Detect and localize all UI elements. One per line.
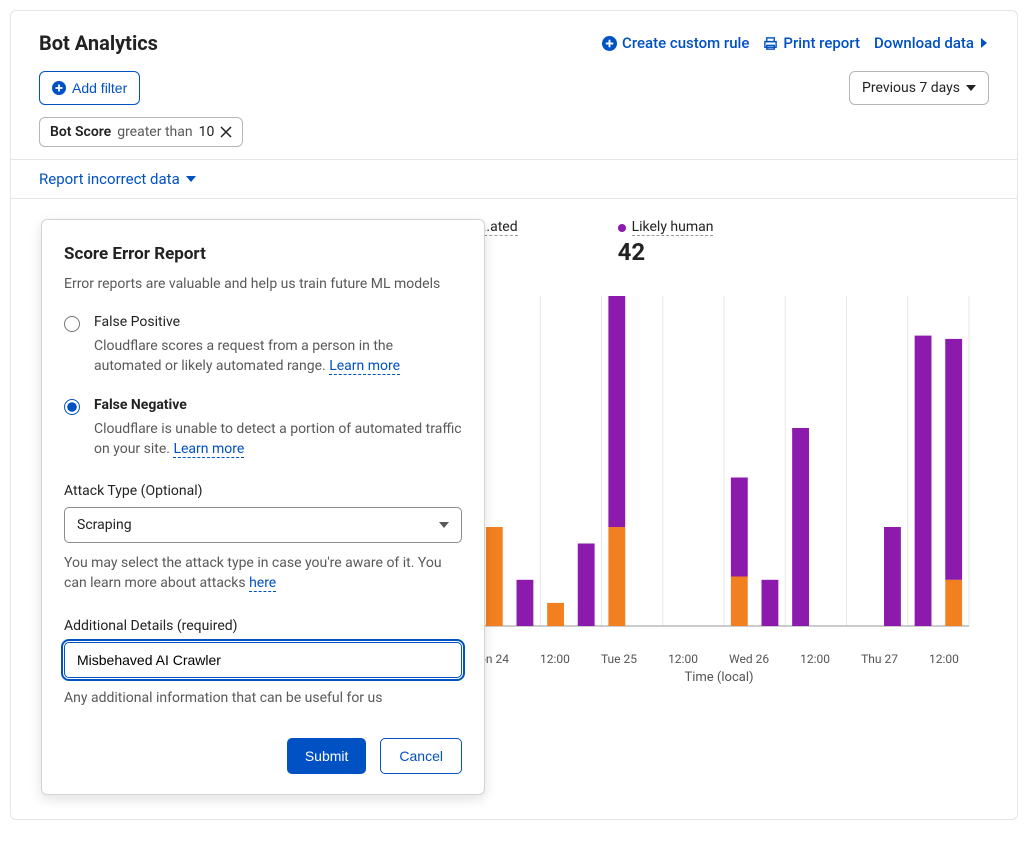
create-custom-rule-link[interactable]: Create custom rule <box>602 34 749 52</box>
radio-false-positive-label: False Positive <box>94 314 462 330</box>
legend-likely-human[interactable]: Likely human 42 <box>618 219 714 266</box>
print-report-label: Print report <box>783 34 860 52</box>
radio-false-negative-desc: Cloudflare is unable to detect a portion… <box>94 419 462 460</box>
legend-likely-human-value: 42 <box>618 238 714 266</box>
x-axis-label: Time (local) <box>479 670 959 685</box>
attacks-here-link[interactable]: here <box>249 575 276 592</box>
radio-false-negative-input[interactable] <box>64 399 80 415</box>
attack-type-label: Attack Type (Optional) <box>64 483 462 499</box>
legend-likely-human-label: Likely human <box>632 219 714 236</box>
report-incorrect-data-label: Report incorrect data <box>39 170 180 188</box>
bot-analytics-panel: Bot Analytics Create custom rule Print r… <box>10 10 1018 820</box>
close-icon[interactable] <box>220 126 232 138</box>
submit-button[interactable]: Submit <box>287 738 367 774</box>
learn-more-link[interactable]: Learn more <box>173 441 244 458</box>
attack-type-help: You may select the attack type in case y… <box>64 553 462 594</box>
additional-details-label: Additional Details (required) <box>64 618 462 634</box>
download-data-label: Download data <box>874 34 974 52</box>
header-actions: Create custom rule Print report Download… <box>602 34 989 52</box>
print-report-link[interactable]: Print report <box>763 34 860 52</box>
chart-legend: ...ated Likely human 42 <box>479 219 989 266</box>
add-filter-label: Add filter <box>72 80 127 96</box>
additional-details-input[interactable] <box>64 642 462 678</box>
chip-operator: greater than <box>117 124 192 140</box>
download-data-link[interactable]: Download data <box>874 34 989 52</box>
dot-icon <box>618 224 626 232</box>
radio-false-negative-label: False Negative <box>94 397 462 413</box>
plus-circle-icon <box>52 81 66 95</box>
print-icon <box>763 36 778 51</box>
x-axis-ticks: on 2412:00Tue 2512:00Wed 2612:00Thu 2712… <box>479 652 959 666</box>
additional-details-help: Any additional information that can be u… <box>64 688 462 708</box>
score-error-report-modal: Score Error Report Error reports are val… <box>41 219 485 795</box>
filter-chip-bot-score[interactable]: Bot Score greater than 10 <box>39 117 243 147</box>
additional-details-field: Additional Details (required) Any additi… <box>64 618 462 708</box>
active-filters: Bot Score greater than 10 <box>11 117 1017 159</box>
radio-false-positive[interactable]: False Positive Cloudflare scores a reque… <box>64 314 462 377</box>
caret-down-icon <box>966 85 976 91</box>
radio-false-positive-input[interactable] <box>64 316 80 332</box>
chip-value: 10 <box>199 124 215 140</box>
panel-header: Bot Analytics Create custom rule Print r… <box>11 11 1017 65</box>
page-title: Bot Analytics <box>39 31 158 55</box>
plus-circle-icon <box>602 36 617 51</box>
radio-false-positive-desc: Cloudflare scores a request from a perso… <box>94 336 462 377</box>
learn-more-link[interactable]: Learn more <box>329 358 400 375</box>
attack-type-value: Scraping <box>77 517 132 533</box>
chip-field: Bot Score <box>50 124 111 140</box>
caret-down-icon <box>439 522 449 528</box>
attack-type-select[interactable]: Scraping <box>64 507 462 543</box>
chevron-right-icon <box>979 37 989 49</box>
modal-buttons: Submit Cancel <box>64 738 462 774</box>
time-range-select[interactable]: Previous 7 days <box>849 71 989 105</box>
report-incorrect-data-link[interactable]: Report incorrect data <box>11 160 1017 198</box>
time-range-label: Previous 7 days <box>862 80 960 96</box>
modal-title: Score Error Report <box>64 244 462 264</box>
attack-type-field: Attack Type (Optional) Scraping You may … <box>64 483 462 594</box>
radio-false-negative[interactable]: False Negative Cloudflare is unable to d… <box>64 397 462 460</box>
cancel-button[interactable]: Cancel <box>380 738 462 774</box>
filter-row: Add filter Previous 7 days <box>11 65 1017 117</box>
modal-subtitle: Error reports are valuable and help us t… <box>64 276 462 292</box>
caret-down-icon <box>186 176 196 182</box>
create-custom-rule-label: Create custom rule <box>622 34 749 52</box>
add-filter-button[interactable]: Add filter <box>39 71 140 105</box>
